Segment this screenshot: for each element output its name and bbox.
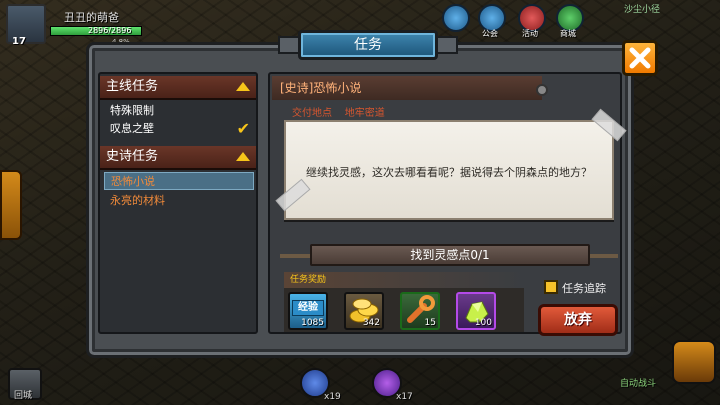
quest-location: 交付地点 地牢密道	[292, 104, 385, 119]
category-header-main[interactable]: 主线任务	[100, 76, 256, 100]
rope-decoration	[280, 254, 312, 258]
bottom-hud: 回城 x19 x17 自动战斗	[0, 340, 720, 405]
quest-item[interactable]: 永亮的材料	[104, 192, 254, 210]
track-quest-label: 任务追踪	[562, 282, 606, 295]
quest-window: 任务 主线任务 特殊限制 叹息之壁 ✔ 史诗任务 恐怖小说 永亮的材料 [史诗]…	[86, 22, 658, 362]
quest-description-paper: 继续找灵感，这次去哪看看呢？据说得去个阴森点的地方？	[275, 108, 627, 220]
potion-count: x17	[396, 392, 413, 402]
attack-button[interactable]	[672, 340, 716, 384]
track-quest-checkbox[interactable]	[544, 280, 558, 294]
quest-item-selected[interactable]: 恐怖小说	[104, 172, 254, 190]
quest-item-label: 叹息之壁	[110, 122, 154, 135]
category-label: 史诗任务	[106, 149, 159, 164]
game-scene: 17 丑丑的萌爸 2896/2896 4.8% 公会 活动 商城 沙尘小径 任务…	[0, 0, 720, 405]
tape-decoration	[591, 108, 627, 142]
player-level: 17	[12, 36, 26, 47]
rope-decoration	[588, 254, 618, 258]
location-value: 地牢密道	[344, 108, 385, 119]
skill-count: x19	[324, 392, 341, 402]
collapse-caret-icon	[236, 152, 250, 161]
side-expand-arrow[interactable]	[0, 170, 22, 240]
auto-battle-label: 自动战斗	[620, 379, 657, 389]
reward-count: 342	[362, 318, 380, 328]
quest-title: [史诗]恐怖小说	[272, 76, 542, 100]
title-bolt-icon	[536, 84, 548, 96]
reward-count: 100	[474, 318, 492, 328]
quest-item[interactable]: 特殊限制	[104, 102, 254, 120]
exp-icon: 经验	[292, 300, 324, 316]
minimap-label: 沙尘小径	[624, 5, 661, 15]
reward-label: 任务奖励	[284, 272, 524, 288]
quest-item-label: 永亮的材料	[110, 194, 165, 207]
quest-item-label: 恐怖小说	[111, 175, 155, 188]
tape-decoration	[275, 178, 311, 212]
return-town-label: 回城	[14, 391, 33, 401]
category-header-epic[interactable]: 史诗任务	[100, 146, 256, 170]
category-label: 主线任务	[106, 79, 159, 94]
reward-count: 15	[424, 318, 436, 328]
title-ornament-right	[436, 36, 458, 54]
reward-ore[interactable]: 100	[456, 292, 496, 330]
quest-category-panel: 主线任务 特殊限制 叹息之壁 ✔ 史诗任务 恐怖小说 永亮的材料	[98, 72, 258, 334]
window-title: 任务	[298, 30, 438, 60]
quest-item-label: 特殊限制	[110, 104, 154, 117]
reward-gold[interactable]: 342	[344, 292, 384, 330]
close-button[interactable]	[622, 40, 658, 76]
reward-count: 1085	[301, 318, 324, 328]
quest-objective: 找到灵感点0/1	[310, 244, 590, 266]
abandon-button[interactable]: 放弃	[538, 304, 618, 336]
quest-description: 继续找灵感，这次去哪看看呢？据说得去个阴森点的地方？	[306, 166, 592, 179]
location-label: 交付地点	[292, 108, 332, 119]
reward-exp[interactable]: 经验 1085	[288, 292, 328, 330]
check-mark-icon: ✔	[236, 119, 250, 138]
collapse-caret-icon	[236, 82, 250, 91]
quest-detail-panel: [史诗]恐怖小说 交付地点 地牢密道 继续找灵感，这次去哪看看呢？据说得去个阴森…	[268, 72, 627, 336]
title-ornament-left	[278, 36, 300, 54]
close-x-icon	[629, 47, 651, 69]
quest-item[interactable]: 叹息之壁 ✔	[104, 120, 254, 138]
reward-wrench[interactable]: 15	[400, 292, 440, 330]
